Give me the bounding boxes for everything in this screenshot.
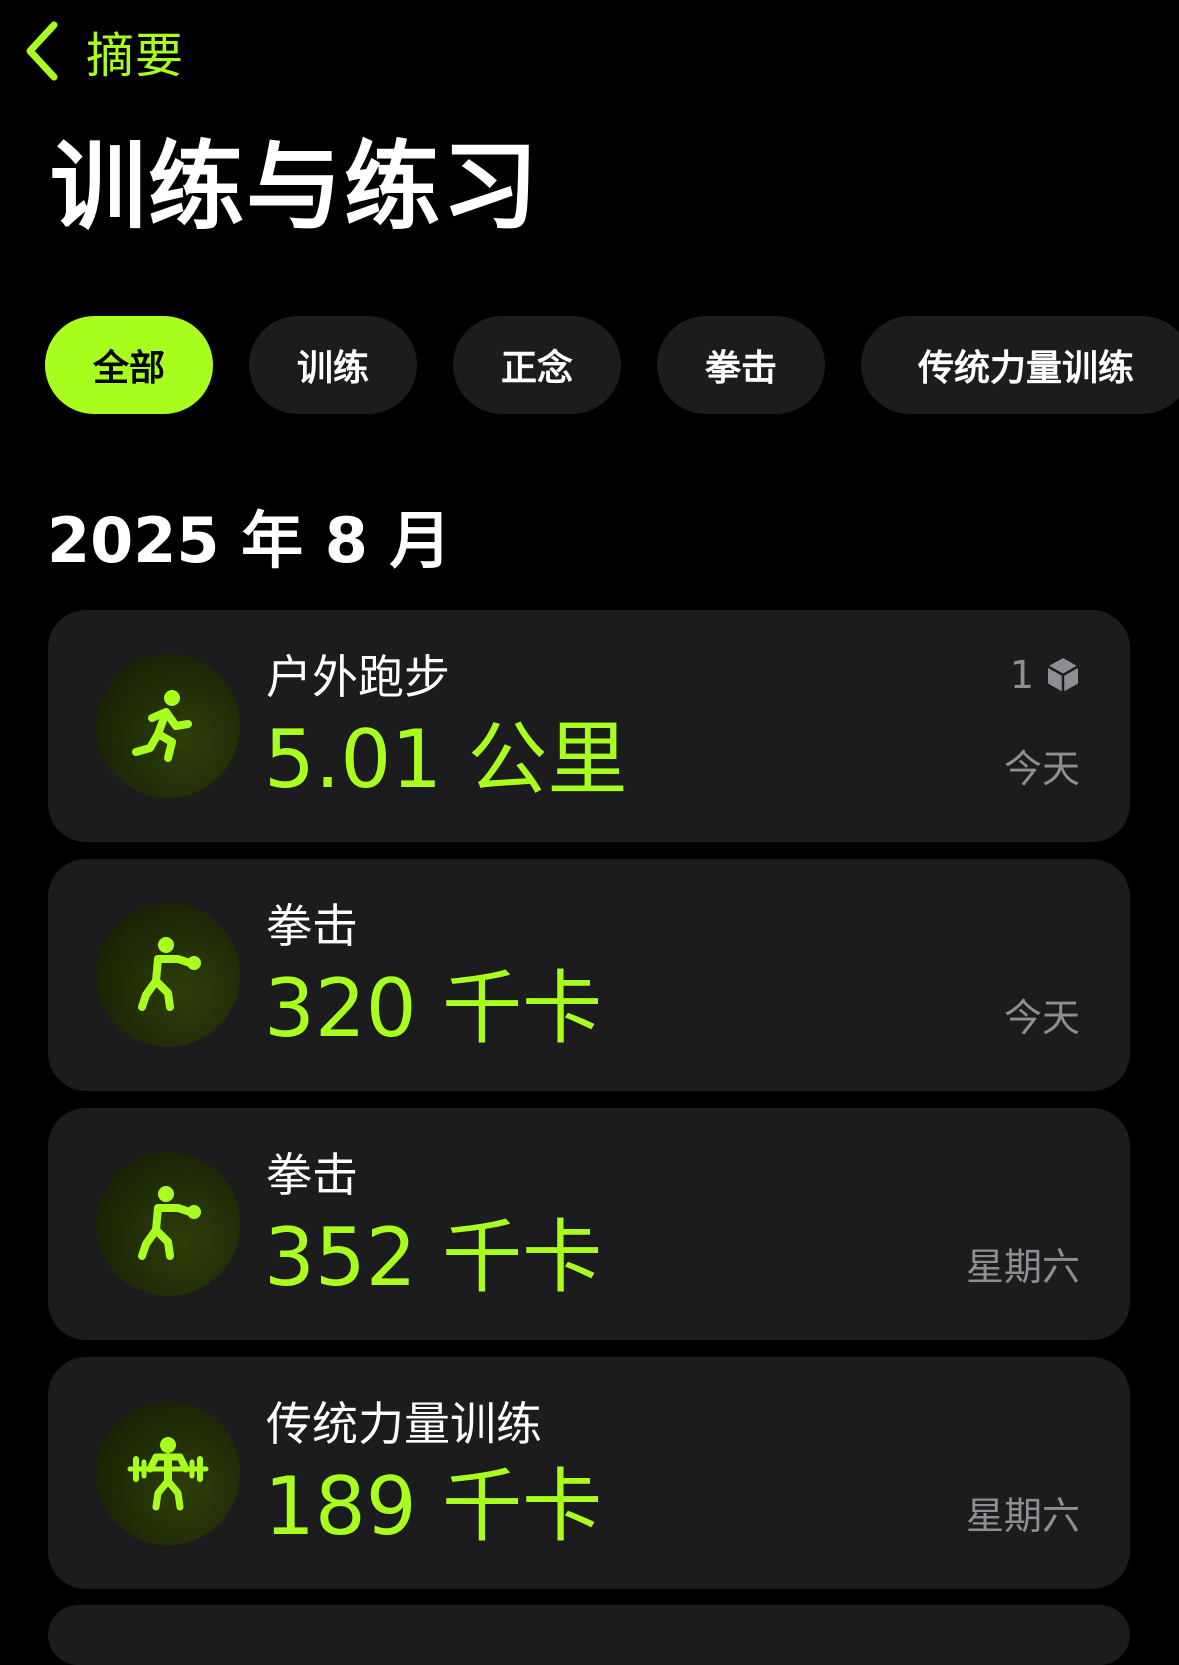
workout-title: 拳击 — [266, 899, 358, 953]
workout-date: 星期六 — [965, 1494, 1080, 1538]
workout-value: 352 千卡 — [264, 1211, 603, 1304]
workout-card[interactable]: 拳击 352 千卡 星期六 — [48, 1108, 1130, 1340]
workout-value: 189 千卡 — [264, 1460, 603, 1553]
filter-chip-boxing[interactable]: 拳击 — [657, 316, 825, 414]
back-label: 摘要 — [86, 28, 185, 84]
filter-chip-all[interactable]: 全部 — [45, 316, 213, 414]
filter-chip-label: 拳击 — [704, 348, 777, 389]
filter-chip-label: 训练 — [296, 348, 369, 389]
workout-title: 传统力量训练 — [266, 1397, 542, 1451]
workout-icon-circle — [96, 1401, 240, 1545]
workout-title: 户外跑步 — [266, 650, 450, 704]
boxing-figure-icon — [138, 937, 201, 1011]
filter-bar: 全部 训练 正念 拳击 传统力量训练 — [45, 316, 1179, 414]
filter-chip-label: 正念 — [500, 348, 573, 389]
running-figure-icon — [132, 690, 192, 762]
chevron-left-icon — [26, 21, 58, 81]
workout-icon-circle — [96, 1152, 240, 1296]
workout-value: 5.01 公里 — [264, 713, 628, 806]
workout-card[interactable]: 户外跑步 5.01 公里 1 今天 — [48, 610, 1130, 842]
workout-title: 拳击 — [266, 1148, 358, 1202]
workout-card[interactable]: 传统力量训练 189 千卡 星期六 — [48, 1357, 1130, 1589]
badge-count: 1 — [1009, 653, 1034, 697]
section-heading-month: 2025 年 8 月 — [47, 504, 452, 577]
workout-icon-circle — [96, 654, 240, 798]
shared-badge: 1 — [1010, 650, 1080, 700]
back-button[interactable]: 摘要 — [24, 18, 184, 84]
filter-chip-mindfulness[interactable]: 正念 — [453, 316, 621, 414]
filter-chip-strength-training[interactable]: 传统力量训练 — [861, 316, 1179, 414]
boxing-figure-icon — [138, 1186, 201, 1260]
workout-icon-circle — [96, 903, 240, 1047]
workout-card[interactable]: 拳击 320 千卡 今天 — [48, 859, 1130, 1091]
workout-value: 320 千卡 — [264, 962, 603, 1055]
shared-hexagon-icon — [1047, 658, 1079, 692]
workout-date: 今天 — [1003, 747, 1080, 791]
filter-chip-label: 全部 — [92, 348, 165, 389]
filter-chip-training[interactable]: 训练 — [249, 316, 417, 414]
workout-card-partial[interactable] — [48, 1605, 1130, 1665]
workout-date: 今天 — [1003, 996, 1080, 1040]
filter-chip-label: 传统力量训练 — [917, 348, 1134, 389]
page-title: 训练与练习 — [50, 131, 540, 243]
workout-date: 星期六 — [965, 1245, 1080, 1289]
weightlifting-figure-icon — [127, 1437, 209, 1511]
